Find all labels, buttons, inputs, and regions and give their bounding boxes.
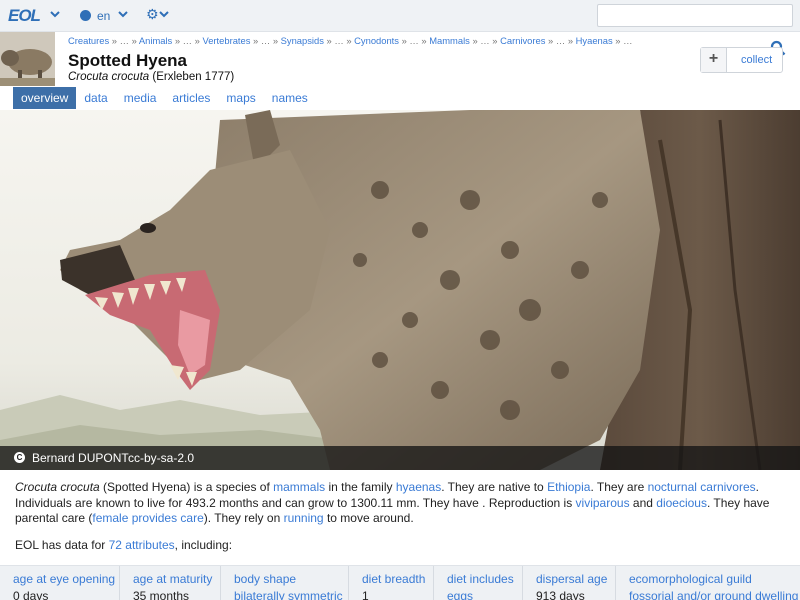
breadcrumb-separator: » … » <box>545 35 576 46</box>
breadcrumb-separator: » … » <box>398 35 430 46</box>
breadcrumb-item[interactable]: Cynodonts <box>354 35 399 46</box>
image-license: cc-by-sa-2.0 <box>128 451 195 465</box>
page-tabs: overview data media articles maps names <box>13 87 316 109</box>
attribute-value[interactable]: fossorial and/or ground dwelling <box>629 589 800 600</box>
attribute-name[interactable]: ecomorphological guild <box>629 572 800 586</box>
attribute-name[interactable]: body shape <box>234 572 348 586</box>
page-title: Spotted Hyena <box>68 51 188 70</box>
image-credit-bar: C Bernard DUPONT cc-by-sa-2.0 <box>0 446 800 470</box>
link-hyaenas[interactable]: hyaenas <box>396 480 441 494</box>
breadcrumb-separator: » … » <box>172 35 203 46</box>
link-ethiopia[interactable]: Ethiopia <box>547 480 590 494</box>
authority: (Erxleben 1777) <box>152 71 235 83</box>
globe-icon[interactable] <box>80 10 91 21</box>
scientific-name-text: Crocuta crocuta <box>68 71 150 83</box>
breadcrumb-item[interactable]: Hyaenas <box>576 35 613 46</box>
search-input[interactable] <box>597 4 793 27</box>
link-female-provides-care[interactable]: female provides care <box>92 511 203 525</box>
summary-text: . They are <box>590 480 648 494</box>
breadcrumb-item[interactable]: Animals <box>139 35 172 46</box>
summary-text: and <box>629 495 657 510</box>
attribute-name[interactable]: dispersal age <box>536 572 615 586</box>
hero-image[interactable] <box>0 110 800 470</box>
species-summary: Crocuta crocuta (Spotted Hyena) is a spe… <box>15 480 790 527</box>
breadcrumb-item[interactable]: Vertebrates <box>202 35 250 46</box>
attribute-cell[interactable]: ecomorphological guild fossorial and/or … <box>616 566 800 600</box>
taxon-thumbnail[interactable] <box>0 32 55 86</box>
link-nocturnal[interactable]: nocturnal <box>648 480 697 494</box>
data-intro: EOL has data for 72 attributes, includin… <box>15 538 232 552</box>
breadcrumb-separator: » … » <box>469 35 501 46</box>
chevron-down-icon[interactable] <box>50 9 60 19</box>
attribute-cell[interactable]: dispersal age 913 days <box>523 566 616 600</box>
link-carnivores[interactable]: carnivores <box>700 480 755 494</box>
hyena-thumbnail-image <box>0 32 55 86</box>
tab-overview[interactable]: overview <box>13 87 77 109</box>
spotted-hyena-photo <box>0 110 800 470</box>
attribute-name[interactable]: age at maturity <box>133 572 220 586</box>
attribute-cell[interactable]: diet breadth 1 <box>349 566 434 600</box>
tab-maps[interactable]: maps <box>218 87 263 109</box>
breadcrumb-separator: » … » <box>250 35 281 46</box>
copyright-icon: C <box>14 452 25 463</box>
attribute-value: 35 months <box>133 589 190 600</box>
link-running[interactable]: running <box>284 511 324 525</box>
chevron-down-icon[interactable] <box>159 9 169 19</box>
language-selector[interactable]: en <box>97 9 110 23</box>
attribute-strip: age at eye opening 0 days age at maturit… <box>0 565 800 600</box>
data-intro-text: , including: <box>174 538 233 552</box>
collect-button[interactable]: + collect <box>700 47 783 73</box>
collect-label: collect <box>741 54 773 66</box>
tab-data[interactable]: data <box>76 87 115 109</box>
eol-logo[interactable]: EOL <box>8 6 41 26</box>
attribute-name[interactable]: age at eye opening <box>13 572 119 586</box>
summary-text: ). They rely on <box>203 511 284 525</box>
breadcrumb-item[interactable]: Mammals <box>429 35 470 46</box>
summary-sci-name: Crocuta crocuta <box>15 480 100 494</box>
attribute-value[interactable]: bilaterally symmetric <box>234 589 348 600</box>
scientific-name: Crocuta crocuta (Erxleben 1777) <box>68 71 234 83</box>
attribute-name[interactable]: diet breadth <box>362 572 433 586</box>
attribute-cell[interactable]: body shape bilaterally symmetric <box>221 566 349 600</box>
breadcrumb-separator: » … <box>612 35 633 46</box>
attribute-value: 913 days <box>536 589 585 600</box>
chevron-down-icon[interactable] <box>118 9 128 19</box>
link-attributes-count[interactable]: 72 attributes <box>109 538 175 552</box>
breadcrumb: Creatures » … » Animals » … » Vertebrate… <box>68 35 632 46</box>
plus-icon: + <box>701 48 727 72</box>
attribute-value: 0 days <box>13 589 49 600</box>
image-author: Bernard DUPONT <box>32 451 129 465</box>
breadcrumb-item[interactable]: Carnivores <box>500 35 545 46</box>
attribute-cell[interactable]: diet includes eggs <box>434 566 523 600</box>
tab-names[interactable]: names <box>264 87 316 109</box>
tab-media[interactable]: media <box>116 87 165 109</box>
summary-text: (Spotted Hyena) is a species of <box>99 480 274 494</box>
breadcrumb-separator: » … » <box>109 35 139 46</box>
summary-text: to move around. <box>323 511 414 525</box>
summary-text: . They are native to <box>441 480 548 494</box>
link-viviparous[interactable]: viviparous <box>576 496 630 510</box>
data-intro-text: EOL has data for <box>15 538 109 552</box>
attribute-name[interactable]: diet includes <box>447 572 522 586</box>
link-dioecious[interactable]: dioecious <box>656 496 707 510</box>
breadcrumb-item[interactable]: Synapsids <box>281 35 324 46</box>
breadcrumb-separator: » … » <box>323 35 355 46</box>
link-mammals[interactable]: mammals <box>273 480 325 494</box>
top-nav: EOL en ⚙ <box>0 0 800 32</box>
attribute-cell[interactable]: age at eye opening 0 days <box>0 566 120 600</box>
attribute-value: 1 <box>362 589 369 600</box>
breadcrumb-item[interactable]: Creatures <box>68 35 109 46</box>
attribute-cell[interactable]: age at maturity 35 months <box>120 566 221 600</box>
attribute-value[interactable]: eggs <box>447 589 522 600</box>
tab-articles[interactable]: articles <box>164 87 218 109</box>
gear-icon[interactable]: ⚙ <box>146 7 159 21</box>
summary-text: in the family <box>325 480 396 494</box>
